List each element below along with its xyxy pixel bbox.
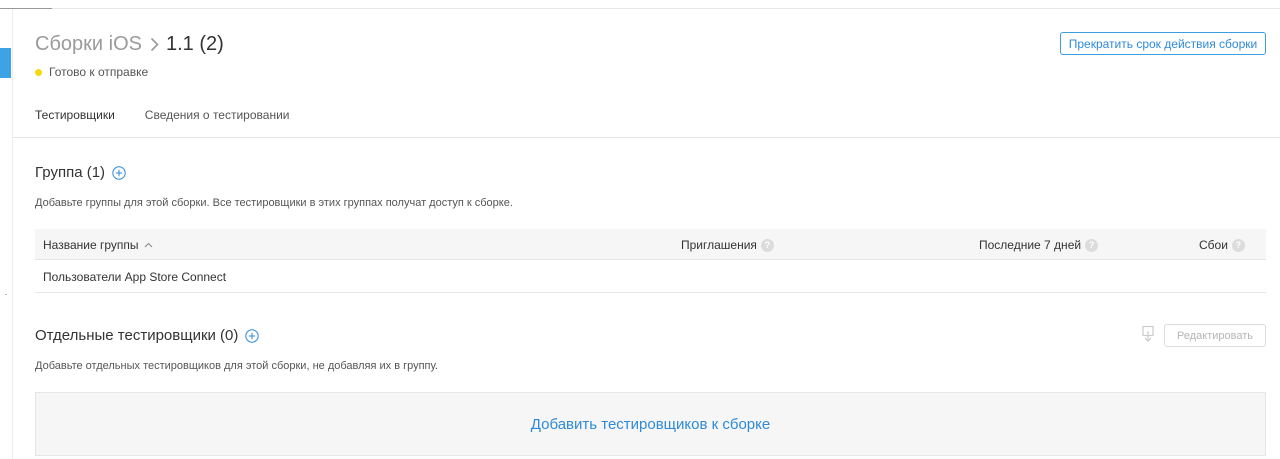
breadcrumb-parent-link[interactable]: Сборки iOS	[35, 33, 142, 56]
add-group-icon[interactable]	[112, 165, 126, 180]
individual-testers-description: Добавьте отдельных тестировщиков для это…	[35, 360, 438, 372]
top-divider-active-segment	[0, 8, 52, 9]
individual-testers-section-title: Отдельные тестировщики (0)	[35, 327, 260, 344]
help-icon[interactable]: ?	[760, 238, 774, 252]
status-label: Готово к отправке	[49, 65, 149, 79]
build-status: Готово к отправке	[35, 65, 148, 79]
column-last-7-days: Последние 7 дней ?	[979, 238, 1099, 252]
tabs-divider	[12, 137, 1280, 138]
sort-ascending-icon[interactable]	[144, 242, 153, 248]
sidebar-selected-indicator	[0, 48, 11, 78]
column-group-name-label: Название группы	[43, 238, 139, 252]
status-dot-icon	[35, 68, 42, 76]
download-icon[interactable]	[1141, 325, 1155, 343]
table-row[interactable]: Пользователи App Store Connect	[35, 261, 1266, 293]
column-invitations-label: Приглашения	[681, 238, 757, 252]
add-testers-to-build-link[interactable]: Добавить тестировщиков к сборке	[531, 416, 770, 433]
top-divider	[0, 8, 1280, 9]
expire-build-button[interactable]: Прекратить срок действия сборки	[1060, 32, 1266, 55]
add-testers-panel: Добавить тестировщиков к сборке	[35, 392, 1266, 456]
breadcrumb: Сборки iOS 1.1 (2)	[35, 32, 224, 56]
tab-bar: Тестировщики Сведения о тестировании	[35, 108, 319, 138]
help-icon[interactable]: ?	[1085, 238, 1099, 252]
tab-testers[interactable]: Тестировщики	[35, 108, 115, 138]
groups-section-description: Добавьте группы для этой сборки. Все тес…	[35, 197, 513, 209]
individual-testers-title-text: Отдельные тестировщики (0)	[35, 327, 239, 344]
groups-table-header: Название группы Приглашения ? Последние …	[35, 229, 1266, 260]
column-last-7-days-label: Последние 7 дней	[979, 238, 1082, 252]
page-title: 1.1 (2)	[165, 32, 224, 55]
add-individual-tester-icon[interactable]	[245, 328, 260, 343]
groups-section-title: Группа (1)	[35, 164, 126, 181]
column-invitations: Приглашения ?	[681, 238, 774, 252]
groups-title-text: Группа (1)	[35, 164, 106, 181]
edit-testers-button[interactable]: Редактировать	[1164, 324, 1266, 347]
column-crashes: Сбои ?	[1199, 238, 1245, 252]
sidebar-tick	[5, 294, 7, 295]
column-group-name[interactable]: Название группы	[43, 238, 153, 252]
help-icon[interactable]: ?	[1231, 238, 1245, 252]
tab-test-information[interactable]: Сведения о тестировании	[145, 108, 290, 138]
column-crashes-label: Сбои	[1199, 238, 1228, 252]
group-name-cell: Пользователи App Store Connect	[43, 270, 227, 284]
chevron-right-icon	[150, 37, 159, 52]
sidebar-edge	[12, 9, 13, 459]
